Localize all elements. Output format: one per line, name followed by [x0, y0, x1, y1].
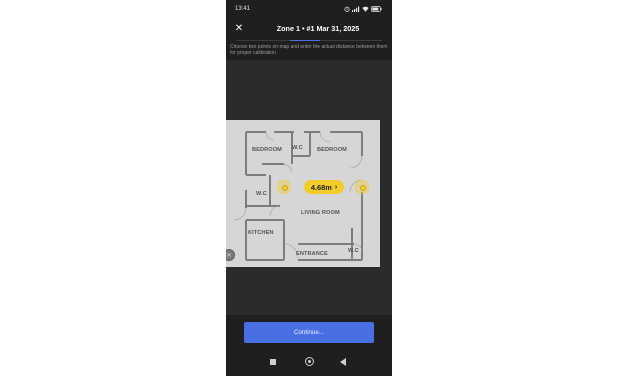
distance-value: 4.68m	[310, 182, 332, 192]
page-title: Zone 1 • #1 Mar 31, 2025	[276, 24, 360, 33]
room-label-wc-2: W.C	[256, 191, 267, 197]
app-bar: ✕ Zone 1 • #1 Mar 31, 2025	[226, 18, 392, 40]
status-icons	[344, 6, 382, 12]
room-label-bedroom-2: BEDROOM	[317, 147, 347, 153]
calibration-point-start[interactable]	[277, 180, 291, 194]
battery-icon	[371, 6, 382, 12]
room-label-entrance: ENTRANCE	[296, 251, 328, 257]
room-label-wc-3: W.C	[348, 248, 359, 254]
floor-plan-walls	[233, 131, 363, 261]
alarm-icon	[344, 6, 350, 12]
home-icon[interactable]	[305, 357, 314, 366]
phone-screen: 13:41 ✕ Zone 1 • #1 Mar 31, 2025 Choose …	[226, 0, 392, 376]
room-label-wc-1: W.C	[292, 145, 303, 151]
floor-plan-image[interactable]: BEDROOM W.C BEDROOM W.C LIVING ROOM KITC…	[226, 120, 380, 267]
calibration-point-end[interactable]	[355, 180, 369, 194]
chevron-right-icon: ›	[334, 183, 338, 191]
close-icon: ✕	[226, 252, 232, 259]
signal-icon	[352, 6, 360, 12]
room-label-kitchen: KITCHEN	[248, 230, 274, 236]
wifi-icon	[362, 6, 369, 12]
room-label-bedroom-1: BEDROOM	[252, 147, 282, 153]
status-time: 13:41	[235, 6, 251, 12]
back-icon[interactable]	[340, 358, 346, 366]
distance-pill[interactable]: 4.68m ›	[304, 180, 344, 194]
status-bar: 13:41	[226, 0, 392, 18]
calibration-instructions: Choose two points on map and enter the a…	[230, 44, 388, 56]
continue-button[interactable]: Continue...	[244, 322, 374, 343]
room-label-living-room: LIVING ROOM	[301, 210, 340, 216]
close-icon[interactable]: ✕	[232, 22, 246, 36]
header-accent-line	[290, 40, 320, 41]
system-nav-bar	[226, 350, 392, 376]
recents-icon[interactable]	[270, 359, 276, 365]
